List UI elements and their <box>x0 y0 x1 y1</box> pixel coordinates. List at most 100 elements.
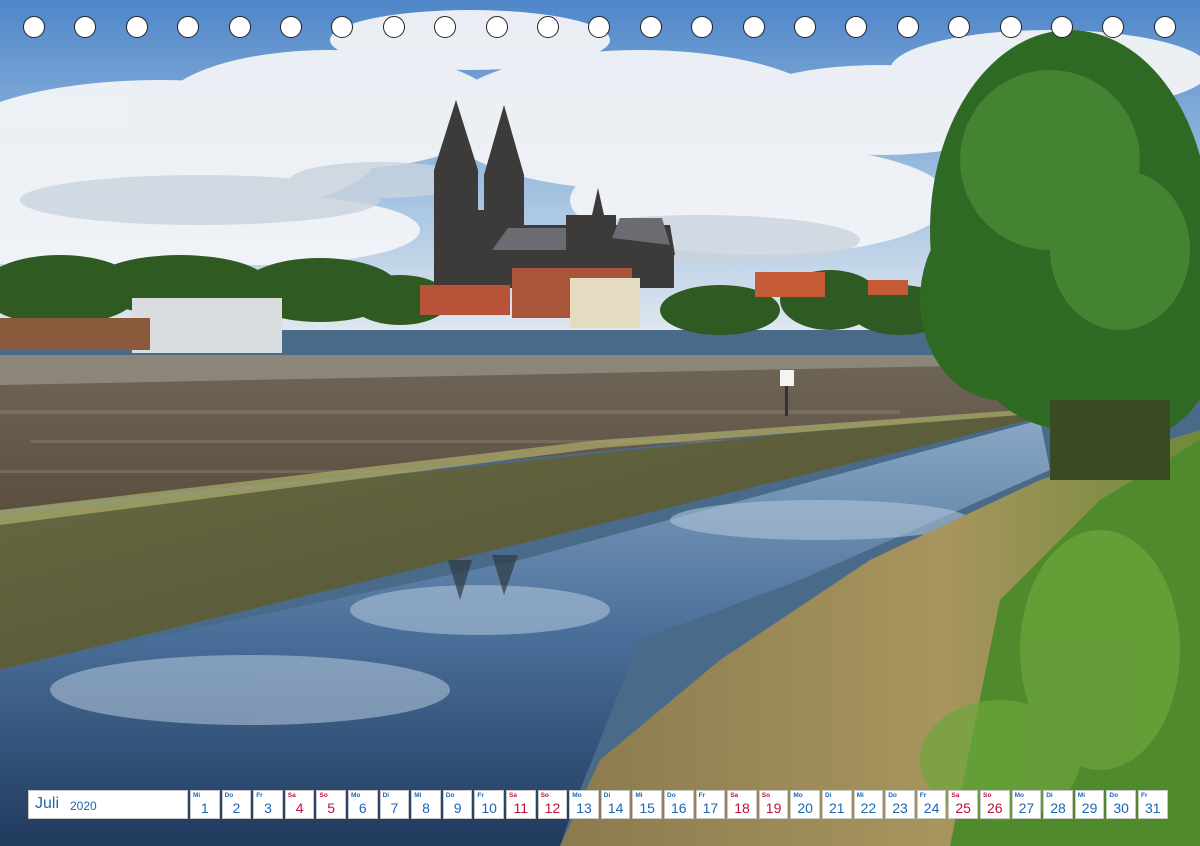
weekday-label: So <box>319 792 328 799</box>
day-cell: Do 23 <box>885 790 915 819</box>
day-number: 10 <box>481 800 497 816</box>
binding-hole <box>280 16 302 38</box>
binding-hole <box>177 16 200 38</box>
day-cell: Mi 29 <box>1074 790 1105 819</box>
weekday-label: Sa <box>951 792 960 799</box>
binding-hole <box>1102 16 1125 38</box>
day-number: 17 <box>702 800 719 816</box>
weekday-label: Mo <box>793 792 803 799</box>
day-cell: Di 14 <box>600 790 631 819</box>
day-number: 15 <box>639 800 655 816</box>
day-cell: Fr 31 <box>1138 790 1168 819</box>
day-cell: Mi 22 <box>853 790 884 819</box>
day-cell: So 5 <box>316 790 346 819</box>
binding-hole <box>588 16 611 38</box>
day-number: 14 <box>607 800 624 816</box>
day-cell: Do 30 <box>1106 790 1136 819</box>
weekday-label: Fr <box>256 792 263 799</box>
weekday-label: Mi <box>856 792 864 799</box>
binding-hole <box>845 16 868 38</box>
day-number: 23 <box>892 800 908 816</box>
weekday-label: Mi <box>1077 792 1086 799</box>
binding-hole <box>742 16 765 38</box>
day-number: 30 <box>1113 800 1129 816</box>
weekday-label: Fr <box>1141 792 1148 799</box>
weekday-label: Do <box>224 792 234 799</box>
day-cell: Mo 6 <box>348 790 378 819</box>
binding-hole <box>23 16 45 38</box>
binding-hole <box>896 16 919 38</box>
day-cell: Fr 3 <box>253 790 283 819</box>
day-number: 25 <box>955 800 971 816</box>
binding-hole <box>1051 16 1073 38</box>
day-cell: Di 28 <box>1043 790 1073 819</box>
weekday-label: Di <box>382 792 390 799</box>
binding-hole <box>999 16 1022 38</box>
day-number: 24 <box>923 800 940 816</box>
binding-hole <box>794 16 816 38</box>
binding-hole <box>1153 16 1176 38</box>
day-number: 31 <box>1145 800 1161 816</box>
month-year: 2020 <box>70 799 97 813</box>
day-cell: Mi 1 <box>190 790 220 819</box>
day-cell: Mo 27 <box>1011 790 1042 819</box>
weekday-label: So <box>983 792 992 799</box>
day-number: 1 <box>200 800 209 816</box>
weekday-label: Di <box>825 792 832 799</box>
month-name: Juli <box>35 795 60 812</box>
day-number: 8 <box>422 800 430 816</box>
weekday-label: Di <box>1046 792 1053 799</box>
day-number: 28 <box>1050 800 1066 816</box>
day-number: 16 <box>671 800 687 816</box>
day-number: 21 <box>829 800 845 816</box>
day-number: 3 <box>264 800 272 816</box>
weekday-label: Mi <box>193 792 201 799</box>
weekday-label: Do <box>888 792 897 799</box>
day-cell: Do 9 <box>442 790 473 819</box>
day-cell: Mi 15 <box>632 790 662 819</box>
day-cell: Mi 8 <box>411 790 441 819</box>
weekday-label: Mo <box>1014 792 1024 799</box>
binding-hole <box>948 16 971 38</box>
binding-hole <box>331 16 354 38</box>
calendar-strip: Juli 2020 Mi 1 Do 2 Fr 3 Sa 4 So 5 Mo 6 Di 7 Mi 8 Do 9 Fr 1… <box>28 790 1172 819</box>
binding-hole <box>537 16 559 38</box>
day-number: 26 <box>987 800 1003 816</box>
day-number: 12 <box>544 800 561 816</box>
weekday-label: So <box>761 792 771 799</box>
day-cell: So 12 <box>537 790 568 819</box>
day-cell: Fr 24 <box>916 790 947 819</box>
weekday-label: Fr <box>698 792 706 799</box>
weekday-label: Sa <box>287 792 296 799</box>
weekday-label: Di <box>603 792 611 799</box>
month-label-box: Juli 2020 <box>28 790 188 819</box>
day-cell: Di 7 <box>379 790 410 819</box>
day-number: 29 <box>1081 800 1098 816</box>
weekday-label: Fr <box>919 792 927 799</box>
weekday-label: Sa <box>730 792 739 799</box>
binding-hole <box>382 16 405 38</box>
day-cell: Di 21 <box>822 790 852 819</box>
day-number: 9 <box>453 800 462 816</box>
day-cell: Sa 18 <box>727 790 757 819</box>
day-number: 11 <box>513 800 529 816</box>
binding-hole <box>125 16 148 38</box>
weekday-label: Fr <box>477 792 484 799</box>
day-number: 6 <box>358 800 367 816</box>
weekday-label: Sa <box>509 792 517 799</box>
day-cell: So 26 <box>980 790 1010 819</box>
weekday-label: Mo <box>351 792 361 799</box>
binding-hole <box>74 16 97 38</box>
day-cell: Sa 11 <box>506 790 536 819</box>
binding-hole <box>228 16 251 38</box>
day-cell: Do 2 <box>221 790 252 819</box>
day-number: 2 <box>232 800 241 816</box>
day-number: 13 <box>576 800 592 816</box>
day-number: 22 <box>860 800 877 816</box>
weekday-label: Mi <box>635 792 643 799</box>
weekday-label: Do <box>445 792 455 799</box>
binding-holes <box>0 0 1200 56</box>
day-cell: Sa 4 <box>284 790 315 819</box>
landscape-photo <box>0 0 1200 846</box>
weekday-label: So <box>540 792 549 799</box>
